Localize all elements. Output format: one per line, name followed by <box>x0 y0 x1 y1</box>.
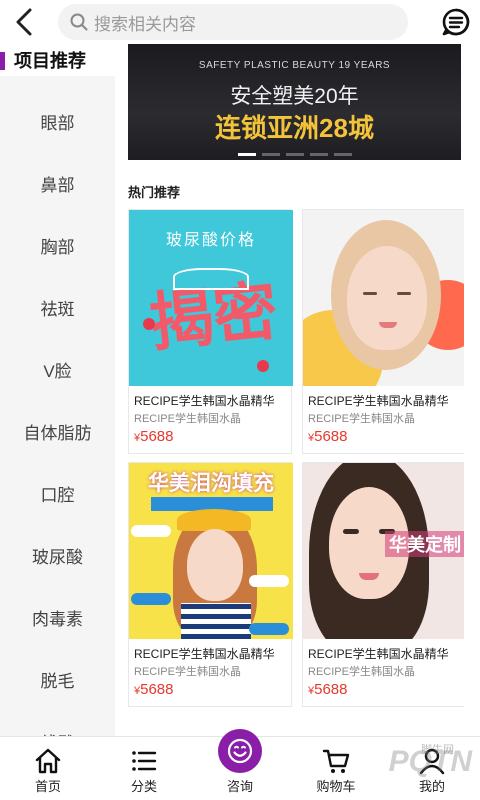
eye-decoration <box>343 529 359 534</box>
sidebar-title-label: 项目推荐 <box>14 51 86 71</box>
nav-home[interactable]: 首页 <box>0 737 96 800</box>
pagination-dot[interactable] <box>285 153 304 156</box>
sidebar-item-freckle[interactable]: 祛斑 <box>0 276 115 338</box>
sidebar-item-botox[interactable]: 肉毒素 <box>0 586 115 648</box>
nav-category-label: 分类 <box>130 779 157 794</box>
top-bar: 搜索相关内容 <box>0 0 480 44</box>
product-subtitle: RECIPE学生韩国水晶 <box>308 666 415 678</box>
message-button[interactable] <box>440 6 472 38</box>
nav-consult[interactable]: 咨询 <box>192 737 288 800</box>
section-title: 热门推荐 <box>128 185 181 200</box>
price-value: 5688 <box>140 428 174 445</box>
product-title: RECIPE学生韩国水晶精华 <box>308 394 449 408</box>
eye-decoration <box>363 292 377 295</box>
pagination-dot[interactable] <box>261 153 280 156</box>
face-shape <box>347 246 427 350</box>
product-price: ¥5688 <box>134 428 291 445</box>
product-image: 华美定制 <box>303 463 464 639</box>
product-card[interactable]: 华美泪沟填充 RECIPE学生韩国水晶精华 RECIPE学生韩国水晶 ¥5688 <box>128 462 293 707</box>
category-sidebar: 项目推荐 眼部 鼻部 胸部 祛斑 V脸 自体脂肪 口腔 玻尿酸 肉毒素 脱毛 线… <box>0 44 115 736</box>
search-icon <box>70 13 88 31</box>
product-price: ¥5688 <box>134 681 291 698</box>
product-card[interactable]: 华美定制 RECIPE学生韩国水晶精华 RECIPE学生韩国水晶 ¥5688 <box>302 462 464 707</box>
nav-cart-label: 购物车 <box>316 779 356 794</box>
nav-category[interactable]: 分类 <box>96 737 192 800</box>
product-subtitle: RECIPE学生韩国水晶 <box>134 413 241 425</box>
search-input[interactable]: 搜索相关内容 <box>58 4 408 40</box>
hat-decoration <box>173 268 249 290</box>
active-indicator <box>0 52 5 70</box>
home-icon <box>35 748 61 774</box>
tag-decoration <box>131 593 171 605</box>
cap-hat-decoration <box>177 509 251 531</box>
product-image: 华美泪沟填充 <box>129 463 293 639</box>
sidebar-item-breast[interactable]: 胸部 <box>0 214 115 276</box>
main-content: SAFETY PLASTIC BEAUTY 19 YEARS 安全塑美20年 连… <box>128 44 464 736</box>
product-subtitle: RECIPE学生韩国水晶 <box>134 666 241 678</box>
heart-decoration <box>257 360 269 372</box>
sidebar-title[interactable]: 项目推荐 <box>0 44 115 76</box>
list-icon <box>132 751 157 771</box>
nav-cart[interactable]: 购物车 <box>288 737 384 800</box>
product-grid: 玻尿酸价格 揭密 RECIPE学生韩国水晶精华 RECIPE学生韩国水晶 ¥56… <box>128 209 464 707</box>
sidebar-item-v-face[interactable]: V脸 <box>0 338 115 400</box>
product-title: RECIPE学生韩国水晶精华 <box>134 394 275 408</box>
banner-headline: 安全塑美20年 <box>230 85 359 108</box>
product-card[interactable]: 玻尿酸价格 揭密 RECIPE学生韩国水晶精华 RECIPE学生韩国水晶 ¥56… <box>128 209 293 454</box>
product-card[interactable]: RECIPE学生韩国水晶精华 RECIPE学生韩国水晶 ¥5688 <box>302 209 464 454</box>
price-value: 5688 <box>314 428 348 445</box>
nav-home-label: 首页 <box>34 779 61 794</box>
sidebar-item-nose[interactable]: 鼻部 <box>0 152 115 214</box>
sidebar-item-eyes[interactable]: 眼部 <box>0 90 115 152</box>
banner-highlight: 连锁亚洲28城 <box>215 113 374 143</box>
product-title: RECIPE学生韩国水晶精华 <box>134 647 275 661</box>
product-image <box>303 210 464 386</box>
product-title: RECIPE学生韩国水晶精华 <box>308 647 449 661</box>
nav-consult-label: 咨询 <box>226 779 253 794</box>
back-arrow-icon <box>16 8 32 36</box>
product-subtitle: RECIPE学生韩国水晶 <box>308 413 415 425</box>
image-caption: 玻尿酸价格 <box>165 232 256 249</box>
face-shape <box>187 529 243 601</box>
tag-decoration <box>249 575 289 587</box>
price-value: 5688 <box>140 681 174 698</box>
image-caption: 华美泪沟填充 <box>148 472 274 495</box>
price-value: 5688 <box>314 681 348 698</box>
eye-decoration <box>397 292 411 295</box>
promo-banner[interactable]: SAFETY PLASTIC BEAUTY 19 YEARS 安全塑美20年 连… <box>128 44 461 160</box>
bottom-nav: 首页 分类 咨询 购物车 我的 脚牛网 PQTN <box>0 729 480 800</box>
product-price: ¥5688 <box>308 428 464 445</box>
pagination-dot[interactable] <box>309 153 328 156</box>
pagination-dot[interactable] <box>333 153 352 156</box>
product-image: 玻尿酸价格 揭密 <box>129 210 293 386</box>
striped-shirt-decoration <box>181 603 251 639</box>
sidebar-item-hair-removal[interactable]: 脱毛 <box>0 648 115 710</box>
tag-decoration <box>131 525 171 537</box>
back-button[interactable] <box>0 0 48 44</box>
sidebar-item-hyaluronic[interactable]: 玻尿酸 <box>0 524 115 586</box>
chat-icon <box>442 8 470 36</box>
sidebar-item-fat-graft[interactable]: 自体脂肪 <box>0 400 115 462</box>
product-price: ¥5688 <box>308 681 464 698</box>
search-placeholder: 搜索相关内容 <box>94 14 196 34</box>
sidebar-item-thread-lift[interactable]: 线雕 <box>0 710 115 737</box>
pagination-dot[interactable] <box>237 153 256 156</box>
sidebar-item-oral[interactable]: 口腔 <box>0 462 115 524</box>
banner-subtitle: SAFETY PLASTIC BEAUTY 19 YEARS <box>198 60 391 71</box>
watermark-logo: PQTN <box>388 745 472 778</box>
cart-icon <box>322 749 350 773</box>
banner-pagination <box>128 153 461 156</box>
tag-decoration <box>249 623 289 635</box>
image-caption: 华美定制 <box>385 531 464 557</box>
heart-decoration <box>143 318 155 330</box>
